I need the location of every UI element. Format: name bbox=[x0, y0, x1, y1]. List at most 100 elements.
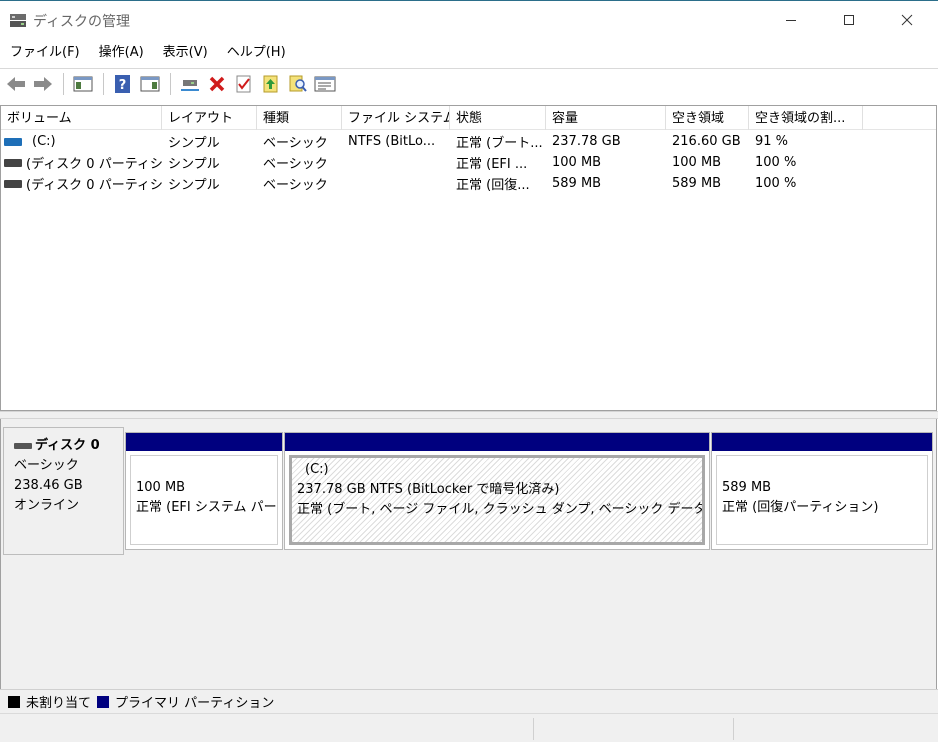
partition-size: 100 MB bbox=[136, 480, 186, 495]
maximize-button[interactable] bbox=[826, 1, 872, 39]
legend: 未割り当て プライマリ パーティション bbox=[0, 689, 938, 713]
toolbar-separator bbox=[63, 73, 64, 95]
close-button[interactable] bbox=[884, 1, 930, 39]
window-title: ディスクの管理 bbox=[33, 14, 131, 30]
properties-button[interactable] bbox=[312, 72, 337, 97]
legend-label-primary: プライマリ パーティション bbox=[115, 696, 275, 711]
column-header-filesystem[interactable]: ファイル システム bbox=[342, 106, 450, 130]
minimize-icon bbox=[786, 20, 796, 21]
status-cell: 正常 (ブート... bbox=[456, 136, 543, 151]
table-row[interactable]: (ディスク 0 パーティショ... シンプル ベーシック 正常 (EFI ...… bbox=[1, 152, 936, 173]
free-percent-cell: 100 % bbox=[755, 176, 797, 191]
column-header-volume[interactable]: ボリューム bbox=[1, 106, 162, 130]
partition-status: 正常 (EFI システム パーティション) bbox=[136, 500, 277, 515]
column-header-layout[interactable]: レイアウト bbox=[162, 106, 257, 130]
forward-button[interactable] bbox=[30, 72, 55, 97]
disk-icon bbox=[14, 443, 32, 449]
table-row[interactable]: (C:) シンプル ベーシック NTFS (BitLo... 正常 (ブート..… bbox=[1, 131, 936, 152]
partition-c[interactable]: (C:) 237.78 GB NTFS (BitLocker で暗号化済み) 正… bbox=[284, 432, 710, 550]
forward-arrow-icon bbox=[33, 77, 52, 91]
back-arrow-icon bbox=[6, 77, 25, 91]
layout-cell: シンプル bbox=[168, 178, 220, 193]
legend-label-unallocated: 未割り当て bbox=[26, 696, 92, 711]
menu-help[interactable]: ヘルプ(H) bbox=[220, 42, 293, 64]
close-icon bbox=[901, 14, 913, 26]
volume-name: (ディスク 0 パーティショ... bbox=[26, 157, 162, 172]
menu-view[interactable]: 表示(V) bbox=[156, 42, 215, 64]
delete-icon bbox=[209, 76, 224, 92]
properties-icon bbox=[314, 76, 335, 92]
title-bar: ディスクの管理 bbox=[0, 0, 938, 38]
legend-swatch-unallocated bbox=[8, 695, 20, 708]
volume-name: (C:) bbox=[32, 134, 56, 149]
help-button[interactable]: ? bbox=[110, 72, 135, 97]
help-icon: ? bbox=[114, 75, 130, 93]
minimize-button[interactable] bbox=[768, 1, 814, 39]
selected-partition-highlight: (C:) 237.78 GB NTFS (BitLocker で暗号化済み) 正… bbox=[289, 455, 705, 545]
table-row[interactable]: (ディスク 0 パーティショ... シンプル ベーシック 正常 (回復... 5… bbox=[1, 173, 936, 194]
type-cell: ベーシック bbox=[263, 178, 328, 193]
type-cell: ベーシック bbox=[263, 157, 328, 172]
show-hide-console-tree-button[interactable] bbox=[70, 72, 95, 97]
disk-state: オンライン bbox=[14, 498, 80, 513]
delete-button[interactable] bbox=[204, 72, 229, 97]
column-header-free-percent[interactable]: 空き領域の割... bbox=[749, 106, 863, 130]
show-hide-console-tree-icon bbox=[73, 76, 92, 92]
column-header-status[interactable]: 状態 bbox=[450, 106, 546, 130]
toolbar: ? bbox=[0, 68, 938, 99]
menu-file[interactable]: ファイル(F) bbox=[3, 42, 87, 64]
menu-action[interactable]: 操作(A) bbox=[92, 42, 151, 64]
partition-color-bar bbox=[285, 433, 709, 451]
type-cell: ベーシック bbox=[263, 136, 328, 151]
capacity-cell: 100 MB bbox=[552, 155, 602, 170]
free-space-cell: 100 MB bbox=[672, 155, 722, 170]
export-list-button[interactable] bbox=[258, 72, 283, 97]
disk-management-app-icon bbox=[10, 14, 26, 27]
disk-size: 238.46 GB bbox=[14, 478, 83, 493]
free-space-cell: 589 MB bbox=[672, 176, 722, 191]
status-bar bbox=[0, 713, 938, 742]
show-action-pane-button[interactable] bbox=[137, 72, 162, 97]
legend-swatch-primary bbox=[97, 695, 110, 708]
search-icon bbox=[289, 75, 307, 92]
layout-cell: シンプル bbox=[168, 136, 220, 151]
partition-status: 正常 (ブート, ページ ファイル, クラッシュ ダンプ, ベーシック データ … bbox=[297, 502, 705, 517]
export-list-icon bbox=[263, 75, 277, 93]
free-percent-cell: 100 % bbox=[755, 155, 797, 170]
partition-color-bar bbox=[126, 433, 282, 451]
volume-drive-icon bbox=[4, 158, 22, 167]
menu-bar: ファイル(F) 操作(A) 表示(V) ヘルプ(H) bbox=[0, 38, 938, 68]
maximize-icon bbox=[844, 15, 854, 25]
disk-info-panel[interactable]: ディスク 0 ベーシック 238.46 GB オンライン bbox=[3, 427, 124, 555]
disk-name: ディスク 0 bbox=[35, 438, 100, 453]
capacity-cell: 237.78 GB bbox=[552, 134, 621, 149]
partition-title: (C:) bbox=[305, 462, 329, 477]
column-header-type[interactable]: 種類 bbox=[257, 106, 342, 130]
pane-splitter[interactable] bbox=[0, 411, 938, 419]
partition-title bbox=[722, 458, 922, 478]
free-space-cell: 216.60 GB bbox=[672, 134, 741, 149]
list-header: ボリューム レイアウト 種類 ファイル システム 状態 容量 空き領域 空き領域… bbox=[1, 106, 936, 130]
disk-type: ベーシック bbox=[14, 458, 79, 473]
free-percent-cell: 91 % bbox=[755, 134, 789, 149]
status-cell: 正常 (EFI ... bbox=[456, 157, 528, 172]
partition-status: 正常 (回復パーティション) bbox=[722, 500, 879, 515]
connect-virtual-disk-button[interactable] bbox=[177, 72, 202, 97]
partition-efi[interactable]: 100 MB 正常 (EFI システム パーティション) bbox=[125, 432, 283, 550]
layout-cell: シンプル bbox=[168, 157, 220, 172]
column-header-capacity[interactable]: 容量 bbox=[546, 106, 666, 130]
volume-drive-icon bbox=[4, 137, 22, 146]
column-header-free-space[interactable]: 空き領域 bbox=[666, 106, 749, 130]
toolbar-separator bbox=[103, 73, 104, 95]
list-body: (C:) シンプル ベーシック NTFS (BitLo... 正常 (ブート..… bbox=[1, 131, 936, 194]
back-button[interactable] bbox=[3, 72, 28, 97]
connect-virtual-disk-icon bbox=[180, 80, 199, 91]
status-separator bbox=[733, 718, 734, 740]
status-cell: 正常 (回復... bbox=[456, 178, 530, 193]
search-button[interactable] bbox=[285, 72, 310, 97]
check-button[interactable] bbox=[231, 72, 256, 97]
check-icon bbox=[236, 75, 250, 93]
partition-size: 237.78 GB NTFS (BitLocker で暗号化済み) bbox=[297, 482, 560, 497]
partition-recovery[interactable]: 589 MB 正常 (回復パーティション) bbox=[711, 432, 933, 550]
toolbar-separator bbox=[170, 73, 171, 95]
